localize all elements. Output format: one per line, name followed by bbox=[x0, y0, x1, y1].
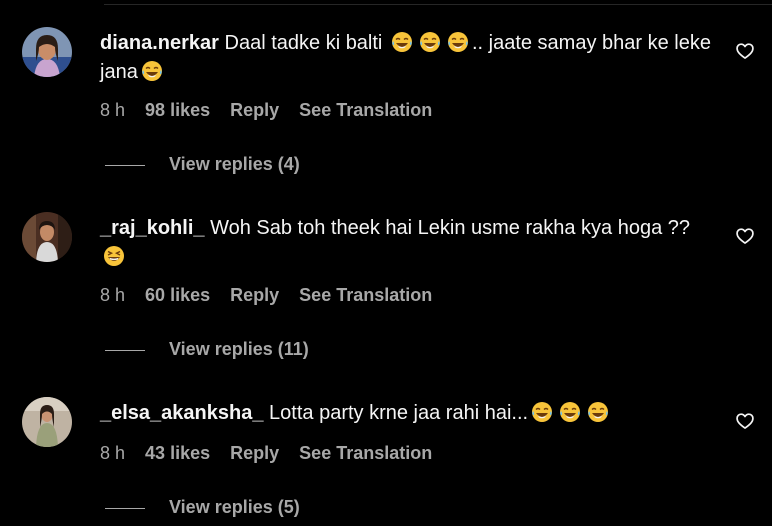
view-replies-label: View replies (11) bbox=[169, 339, 309, 359]
likes-count[interactable]: 43 likes bbox=[145, 443, 210, 463]
comment-time: 8 h bbox=[100, 443, 126, 463]
like-heart-icon[interactable] bbox=[735, 41, 755, 61]
comment-time: 8 h bbox=[100, 285, 126, 305]
see-translation-button[interactable]: See Translation bbox=[299, 100, 432, 120]
comment-username[interactable]: diana.nerkar bbox=[100, 32, 219, 54]
see-translation-button[interactable]: See Translation bbox=[299, 285, 432, 305]
tears-of-joy-emoji-icon bbox=[587, 401, 609, 423]
comment-meta: 8 h 43 likes Reply See Translation bbox=[100, 443, 447, 464]
reply-button[interactable]: Reply bbox=[230, 100, 279, 120]
comment-body: _elsa_akanksha_ Lotta party krne jaa rah… bbox=[100, 399, 720, 428]
tears-of-joy-emoji-icon bbox=[419, 31, 441, 53]
view-replies-label: View replies (5) bbox=[169, 497, 300, 517]
avatar[interactable] bbox=[22, 27, 72, 77]
comment-meta: 8 h 98 likes Reply See Translation bbox=[100, 100, 447, 121]
like-heart-icon[interactable] bbox=[735, 226, 755, 246]
view-replies-button[interactable]: View replies (11) bbox=[105, 339, 309, 363]
tears-of-joy-emoji-icon bbox=[559, 401, 581, 423]
tears-of-joy-emoji-icon bbox=[141, 60, 163, 82]
comment-body: diana.nerkar Daal tadke ki balti .. jaat… bbox=[100, 29, 720, 87]
comment-username[interactable]: _elsa_akanksha_ bbox=[100, 402, 263, 424]
avatar[interactable] bbox=[22, 212, 72, 262]
grinning-squinting-emoji-icon bbox=[103, 245, 125, 267]
comment-body: _raj_kohli_ Woh Sab toh theek hai Lekin … bbox=[100, 214, 720, 272]
see-translation-button[interactable]: See Translation bbox=[299, 443, 432, 463]
comment-text: Lotta party krne jaa rahi hai... bbox=[269, 402, 529, 424]
likes-count[interactable]: 98 likes bbox=[145, 100, 210, 120]
replies-divider-line bbox=[105, 349, 145, 351]
likes-count[interactable]: 60 likes bbox=[145, 285, 210, 305]
comment-username[interactable]: _raj_kohli_ bbox=[100, 217, 205, 239]
comment-text: Daal tadke ki balti bbox=[224, 32, 383, 54]
tears-of-joy-emoji-icon bbox=[531, 401, 553, 423]
tears-of-joy-emoji-icon bbox=[447, 31, 469, 53]
comment-time: 8 h bbox=[100, 100, 126, 120]
tears-of-joy-emoji-icon bbox=[391, 31, 413, 53]
view-replies-label: View replies (4) bbox=[169, 154, 300, 174]
reply-button[interactable]: Reply bbox=[230, 443, 279, 463]
avatar[interactable] bbox=[22, 397, 72, 447]
section-divider bbox=[104, 4, 772, 5]
view-replies-button[interactable]: View replies (4) bbox=[105, 154, 300, 178]
replies-divider-line bbox=[105, 507, 145, 509]
like-heart-icon[interactable] bbox=[735, 411, 755, 431]
comment-text: Woh Sab toh theek hai Lekin usme rakha k… bbox=[210, 217, 691, 239]
reply-button[interactable]: Reply bbox=[230, 285, 279, 305]
comment-meta: 8 h 60 likes Reply See Translation bbox=[100, 285, 447, 306]
view-replies-button[interactable]: View replies (5) bbox=[105, 497, 300, 521]
replies-divider-line bbox=[105, 164, 145, 166]
